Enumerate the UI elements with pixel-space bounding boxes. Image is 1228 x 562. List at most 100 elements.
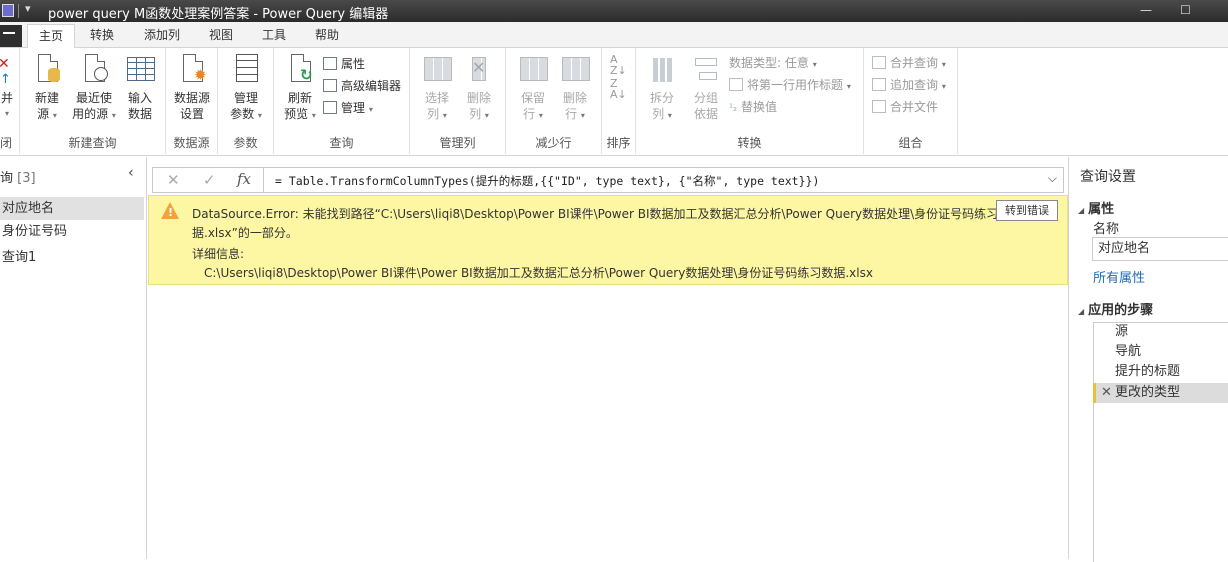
remove-rows-button[interactable]: 删除行 ▾ [556, 54, 594, 124]
go-to-error-button[interactable]: 转到错误 [996, 200, 1058, 221]
remove-rows-icon [562, 57, 590, 81]
applied-step[interactable]: 源 [1093, 322, 1228, 342]
group-combine: 合并查询 ▾ 追加查询 ▾ 合并文件 组合 [864, 48, 958, 154]
delete-step-icon[interactable]: ✕ [1101, 383, 1112, 403]
properties-icon [323, 57, 337, 70]
save-icon[interactable] [2, 4, 14, 17]
group-by-icon [695, 58, 717, 66]
keep-rows-icon [520, 57, 548, 81]
refresh-preview-button[interactable]: ↻ 刷新 预览 ▾ [280, 54, 320, 124]
close-icon: ✕ [0, 56, 10, 72]
tab-view[interactable]: 视图 [198, 24, 244, 48]
keep-rows-button[interactable]: 保留行 ▾ [514, 54, 552, 124]
append-queries-button[interactable]: 追加查询 ▾ [872, 77, 946, 95]
file-tab[interactable] [0, 25, 22, 47]
table-icon [127, 57, 155, 81]
tab-add-column[interactable]: 添加列 [133, 24, 191, 48]
queries-pane: 询 [3] ‹ 对应地名 身份证号码 查询1 [0, 157, 147, 559]
new-source-button[interactable]: 新建源 ▾ [27, 54, 67, 124]
error-details-label: 详细信息: [192, 247, 245, 261]
group-transform: 拆分列 ▾ 分组 依据 数据类型: 任意 ▾ 将第一行用作标题 ▾ ¹₂ 替换值 转… [636, 48, 864, 154]
error-message-line2: 据.xlsx”的一部分。 [192, 226, 298, 240]
recent-sources-button[interactable]: 最近使 用的源 ▾ [72, 54, 116, 124]
tab-tools[interactable]: 工具 [251, 24, 297, 48]
remove-columns-button[interactable]: ✕ 删除列 ▾ [460, 54, 498, 124]
group-manage-columns: 选择列 ▾ ✕ 删除列 ▾ 管理列 [410, 48, 506, 154]
error-panel: ! DataSource.Error: 未能找到路径“C:\Users\liqi… [148, 195, 1068, 285]
table-icon [323, 101, 337, 114]
error-details: C:\Users\liqi8\Desktop\Power BI课件\Power … [204, 266, 873, 280]
query-settings-pane: 查询设置 ◢ 属性 名称 对应地名 所有属性 ◢ 应用的步骤 源 导航 提升的标题 … [1068, 157, 1228, 562]
fx-icon[interactable]: fx [237, 170, 251, 188]
ribbon: ✕ ↑ 并 ▾ 闭 新建源 ▾ 最近使 用的源 ▾ 输入 数据 新建查询 ✹ 数据源设… [0, 48, 1228, 156]
manage-parameters-button[interactable]: 管理 参数 ▾ [225, 54, 267, 124]
query-item[interactable]: 对应地名 [0, 197, 144, 220]
ribbon-tabs: 主页 转换 添加列 视图 工具 帮助 [0, 22, 1228, 49]
applied-steps-header[interactable]: ◢ 应用的步骤 [1078, 299, 1153, 318]
minimize-icon[interactable]: — [1140, 3, 1152, 17]
tab-home[interactable]: 主页 [27, 24, 76, 49]
parameters-icon [236, 54, 258, 82]
cancel-icon[interactable]: ✕ [167, 171, 180, 189]
group-sort: A Z↓ Z A↓ 排序 [602, 48, 636, 154]
group-by-button[interactable]: 分组 依据 [686, 54, 726, 122]
formula-separator [263, 168, 264, 192]
refresh-icon: ↻ [300, 66, 313, 84]
tab-help[interactable]: 帮助 [304, 24, 350, 48]
query-settings-title: 查询设置 [1080, 169, 1136, 185]
merge-queries-icon [872, 56, 886, 69]
enter-data-button[interactable]: 输入 数据 [120, 54, 160, 122]
manage-query-button[interactable]: 管理 ▾ [323, 100, 373, 118]
data-type-dropdown[interactable]: 数据类型: 任意 ▾ [729, 55, 817, 73]
title-bar: ▾ power query M函数处理案例答案 - Power Query 编辑… [0, 0, 1228, 22]
applied-step-selected[interactable]: ✕ 更改的类型 [1093, 383, 1228, 403]
properties-button[interactable]: 属性 [323, 56, 365, 72]
choose-columns-button[interactable]: 选择列 ▾ [418, 54, 456, 124]
group-reduce-rows: 保留行 ▾ 删除行 ▾ 减少行 [506, 48, 602, 154]
close-apply-button[interactable]: ✕ ↑ 并 ▾ [0, 54, 18, 122]
error-message-line1: DataSource.Error: 未能找到路径“C:\Users\liqi8\… [192, 207, 1011, 221]
replace-values-button[interactable]: ¹₂ 替换值 [729, 99, 777, 117]
chevron-down-icon[interactable]: ⌵ [1048, 171, 1057, 186]
group-close: ✕ ↑ 并 ▾ 闭 [0, 48, 20, 154]
append-queries-icon [872, 78, 886, 91]
replace-values-icon: ¹₂ [729, 103, 738, 114]
arrow-up-icon: ↑ [0, 72, 11, 87]
quick-access-dropdown-icon[interactable]: ▾ [25, 2, 31, 15]
query-item[interactable]: 查询1 [0, 246, 144, 269]
queries-pane-title: 询 [3] [0, 171, 36, 186]
triangle-down-icon: ◢ [1078, 307, 1085, 316]
choose-columns-icon [424, 57, 452, 81]
split-column-button[interactable]: 拆分列 ▾ [642, 54, 682, 124]
collapse-chevron-icon[interactable]: ‹ [128, 165, 134, 181]
applied-step[interactable]: 提升的标题 [1093, 362, 1228, 382]
use-first-row-as-headers-button[interactable]: 将第一行用作标题 ▾ [729, 77, 851, 95]
formula-bar: ✕ ✓ fx = Table.TransformColumnTypes(提升的标… [152, 167, 1064, 193]
advanced-editor-icon [323, 79, 337, 92]
check-icon[interactable]: ✓ [203, 171, 216, 189]
query-item[interactable]: 身份证号码 [0, 220, 144, 243]
group-query: ↻ 刷新 预览 ▾ 属性 高级编辑器 管理 ▾ 查询 [274, 48, 410, 154]
clock-icon [94, 67, 108, 81]
tab-transform[interactable]: 转换 [79, 24, 125, 48]
title-separator [18, 4, 19, 18]
formula-input[interactable]: = Table.TransformColumnTypes(提升的标题,{{"ID… [275, 173, 819, 189]
database-icon [48, 68, 60, 82]
data-source-settings-button[interactable]: ✹ 数据源 设置 [171, 54, 213, 122]
gear-icon: ✹ [194, 66, 207, 84]
window-title: power query M函数处理案例答案 - Power Query 编辑器 [48, 7, 389, 22]
combine-files-button[interactable]: 合并文件 [872, 99, 938, 115]
properties-header[interactable]: ◢ 属性 [1078, 198, 1114, 217]
sort-descending-icon[interactable]: Z A↓ [610, 78, 627, 100]
group-data-source: ✹ 数据源 设置 数据源 [166, 48, 218, 154]
group-parameters: 管理 参数 ▾ 参数 [218, 48, 274, 154]
maximize-icon[interactable]: ☐ [1180, 3, 1191, 17]
all-properties-link[interactable]: 所有属性 [1093, 267, 1145, 286]
applied-step[interactable]: 导航 [1093, 342, 1228, 362]
query-name-input[interactable]: 对应地名 [1092, 237, 1228, 261]
group-new-query: 新建源 ▾ 最近使 用的源 ▾ 输入 数据 新建查询 [20, 48, 166, 154]
sort-ascending-icon[interactable]: A Z↓ [610, 54, 627, 76]
combine-files-icon [872, 100, 886, 113]
advanced-editor-button[interactable]: 高级编辑器 [323, 78, 401, 94]
merge-queries-button[interactable]: 合并查询 ▾ [872, 55, 946, 73]
